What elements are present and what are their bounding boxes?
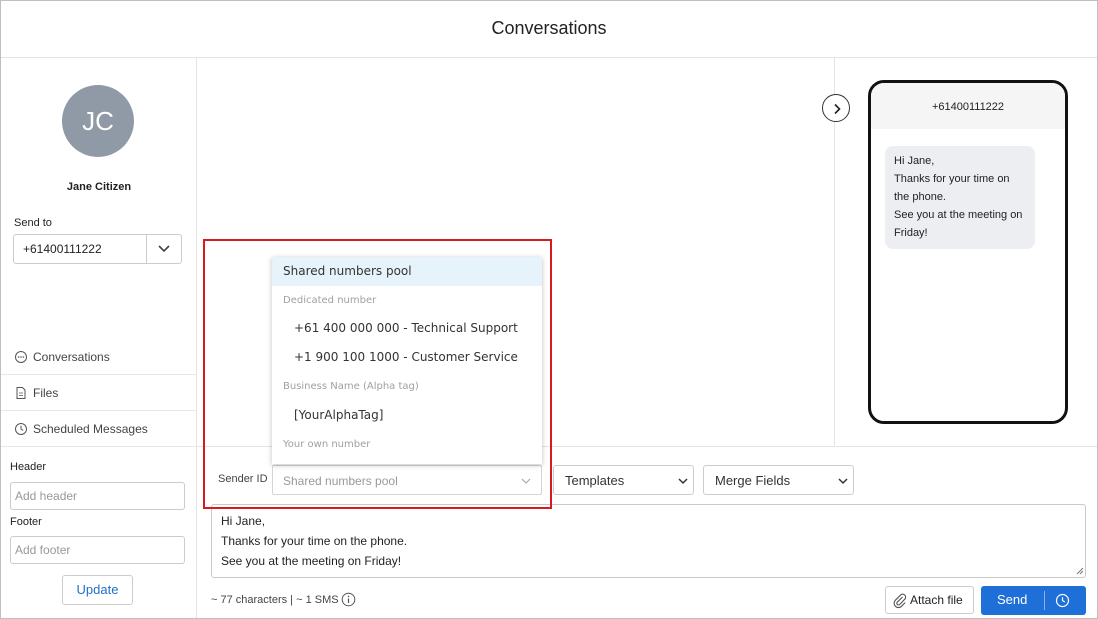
dropdown-group-label: Business Name (Alpha tag) <box>283 381 419 392</box>
chevron-right-icon <box>834 103 841 115</box>
phone-header: +61400111222 <box>871 83 1065 129</box>
file-icon <box>16 387 26 399</box>
header-input[interactable] <box>10 482 185 510</box>
schedule-clock-icon[interactable] <box>1055 593 1070 608</box>
send-to-value: +61400111222 <box>23 242 102 256</box>
clock-icon <box>15 423 27 435</box>
avatar: JC <box>62 85 134 157</box>
option-label: Shared numbers pool <box>283 264 412 278</box>
message-line: See you at the meeting on Friday! <box>221 554 402 568</box>
dropdown-option-customer-service[interactable]: +1 900 100 1000 - Customer Service <box>272 343 542 372</box>
bubble-line: See you at the meeting on Friday! <box>894 209 1023 239</box>
dropdown-option-technical-support[interactable]: +61 400 000 000 - Technical Support <box>272 314 542 343</box>
phone-preview: +61400111222 Hi Jane, Thanks for your ti… <box>868 80 1068 424</box>
page-title: Conversations <box>491 18 607 38</box>
send-to-label: Send to <box>14 217 52 229</box>
attach-file-button[interactable]: Attach file <box>885 586 974 614</box>
chevron-down-icon <box>838 478 848 485</box>
send-to-select[interactable]: +61400111222 <box>13 234 182 264</box>
chevron-down-icon <box>678 478 688 485</box>
message-textarea[interactable]: Hi Jane, Thanks for your time on the pho… <box>211 504 1086 578</box>
message-bubble: Hi Jane, Thanks for your time on the pho… <box>885 146 1035 249</box>
send-to-divider <box>146 235 147 263</box>
collapse-preview-button[interactable] <box>822 94 850 122</box>
nav-label: Files <box>33 386 59 400</box>
dropdown-group-label: Dedicated number <box>283 295 377 306</box>
chevron-down-icon[interactable] <box>154 238 174 258</box>
merge-fields-label: Merge Fields <box>715 473 791 488</box>
info-icon[interactable] <box>341 592 356 607</box>
templates-label: Templates <box>565 473 625 488</box>
title-bar: Conversations <box>1 1 1097 58</box>
nav-item-files[interactable]: Files <box>1 375 197 411</box>
update-button[interactable]: Update <box>62 575 133 605</box>
send-button[interactable]: Send <box>981 586 1086 615</box>
phone-number: +61400111222 <box>931 101 1005 113</box>
header-field-label: Header <box>10 461 47 473</box>
message-line: Thanks for your time on the phone. <box>221 534 408 548</box>
footer-field-label: Footer <box>10 516 42 528</box>
paperclip-icon <box>893 593 907 609</box>
nav-item-conversations[interactable]: Conversations <box>1 339 197 375</box>
bubble-line: Thanks for your time on the phone. <box>894 173 1010 203</box>
contact-name: Jane Citizen <box>66 181 132 193</box>
nav-label: Scheduled Messages <box>33 422 148 436</box>
nav-label: Conversations <box>33 350 110 364</box>
sender-id-dropdown-list: Shared numbers pool Dedicated number +61… <box>272 257 542 464</box>
message-line: Hi Jane, <box>221 514 266 528</box>
resize-handle-icon[interactable] <box>1075 566 1084 575</box>
bubble-line: Hi Jane, <box>894 155 935 167</box>
merge-fields-select[interactable]: Merge Fields <box>703 465 854 495</box>
contact-sidebar: JC Jane Citizen Send to +61400111222 Con… <box>1 58 197 618</box>
attach-file-label: Attach file <box>910 593 963 607</box>
option-label: +1 900 100 1000 - Customer Service <box>294 350 518 364</box>
dropdown-group-label: Your own number <box>283 439 371 450</box>
dropdown-option-shared-pool[interactable]: Shared numbers pool <box>272 257 542 286</box>
send-label: Send <box>997 592 1028 607</box>
dropdown-option-alpha-tag[interactable]: [YourAlphaTag] <box>272 401 542 430</box>
templates-select[interactable]: Templates <box>553 465 694 495</box>
character-count: ~ 77 characters | ~ 1 SMS <box>211 594 339 606</box>
option-label: +61 400 000 000 - Technical Support <box>294 321 518 335</box>
send-divider <box>1044 591 1045 610</box>
chat-bubble-icon <box>15 351 27 363</box>
footer-input[interactable] <box>10 536 185 564</box>
option-label: [YourAlphaTag] <box>294 408 384 422</box>
nav-item-scheduled-messages[interactable]: Scheduled Messages <box>1 411 197 447</box>
